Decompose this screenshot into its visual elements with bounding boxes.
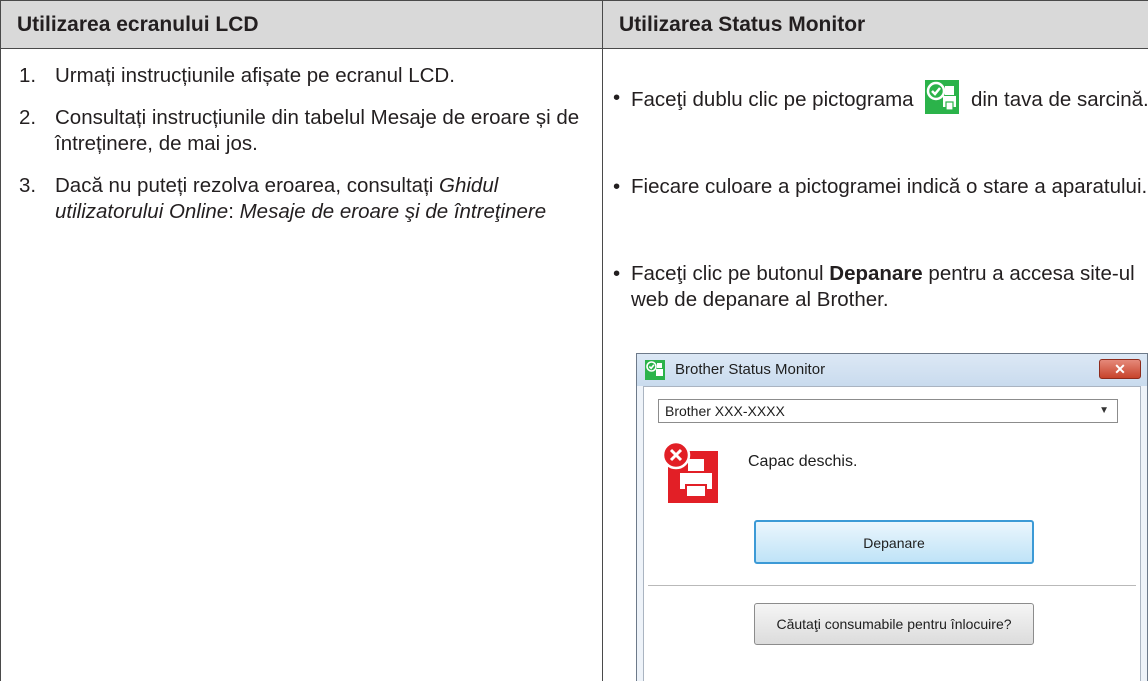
bullet-text: Faceţi dublu clic pe pictograma	[631, 88, 920, 111]
status-monitor-window: Brother Status Monitor ✕ Brother XXX-XXX…	[636, 353, 1148, 681]
window-body: Brother XXX-XXXX ▼ Capac deschis. Depana…	[643, 386, 1141, 681]
step-number: 1.	[19, 64, 37, 87]
troubleshoot-button[interactable]: Depanare	[754, 520, 1034, 564]
reference-separator: :	[228, 200, 240, 223]
window-titlebar[interactable]: Brother Status Monitor ✕	[637, 354, 1147, 386]
window-title: Brother Status Monitor	[675, 361, 826, 378]
bullet-double-click: • Faceţi dublu clic pe pictograma din ta…	[613, 80, 1148, 117]
chevron-down-icon[interactable]: ▼	[1099, 400, 1109, 422]
bullet-dot: •	[613, 86, 621, 109]
bullet-icon-color: • Fiecare culoare a pictogramei indică o…	[613, 174, 1148, 200]
find-supplies-button[interactable]: Căutaţi consumabile pentru înlocuire?	[754, 603, 1034, 645]
bullet-text: Fiecare culoare a pictogramei indică o s…	[631, 175, 1148, 198]
status-monitor-ok-icon	[925, 80, 960, 114]
status-message: Capac deschis.	[748, 453, 858, 470]
bullet-text: din tava de sarcină.	[965, 88, 1148, 111]
printer-select[interactable]: Brother XXX-XXXX ▼	[658, 399, 1118, 423]
step-text: Consultați instrucțiunile din tabelul Me…	[55, 106, 580, 155]
printer-error-icon	[662, 441, 718, 503]
left-column: Utilizarea ecranului LCD 1. Urmați instr…	[0, 0, 603, 681]
right-column: Utilizarea Status Monitor • Faceţi dublu…	[603, 0, 1148, 681]
step-number: 2.	[19, 106, 37, 129]
lcd-steps-list: 1. Urmați instrucțiunile afișate pe ecra…	[19, 63, 589, 241]
list-item: 2. Consultați instrucțiunile din tabelul…	[19, 105, 589, 157]
bullet-button-name: Depanare	[829, 262, 923, 285]
bullet-troubleshoot: • Faceţi clic pe butonul Depanare pentru…	[613, 261, 1148, 313]
bullet-dot: •	[613, 175, 621, 198]
bullet-dot: •	[613, 262, 621, 285]
close-button[interactable]: ✕	[1099, 359, 1141, 379]
right-column-heading: Utilizarea Status Monitor	[603, 0, 1148, 49]
step-number: 3.	[19, 174, 37, 197]
left-column-heading: Utilizarea ecranului LCD	[1, 0, 602, 49]
step-text: Urmați instrucțiunile afișate pe ecranul…	[55, 64, 455, 87]
list-item: 1. Urmați instrucțiunile afișate pe ecra…	[19, 63, 589, 89]
printer-select-value: Brother XXX-XXXX	[665, 403, 785, 419]
list-item: 3. Dacă nu puteți rezolva eroarea, consu…	[19, 173, 589, 225]
divider	[648, 585, 1136, 586]
section-reference: Mesaje de eroare şi de întreţinere	[239, 200, 547, 223]
bullet-text: Faceţi clic pe butonul	[631, 262, 830, 285]
status-monitor-app-icon	[645, 360, 665, 380]
step-text: Dacă nu puteți rezolva eroarea, consulta…	[55, 174, 440, 197]
